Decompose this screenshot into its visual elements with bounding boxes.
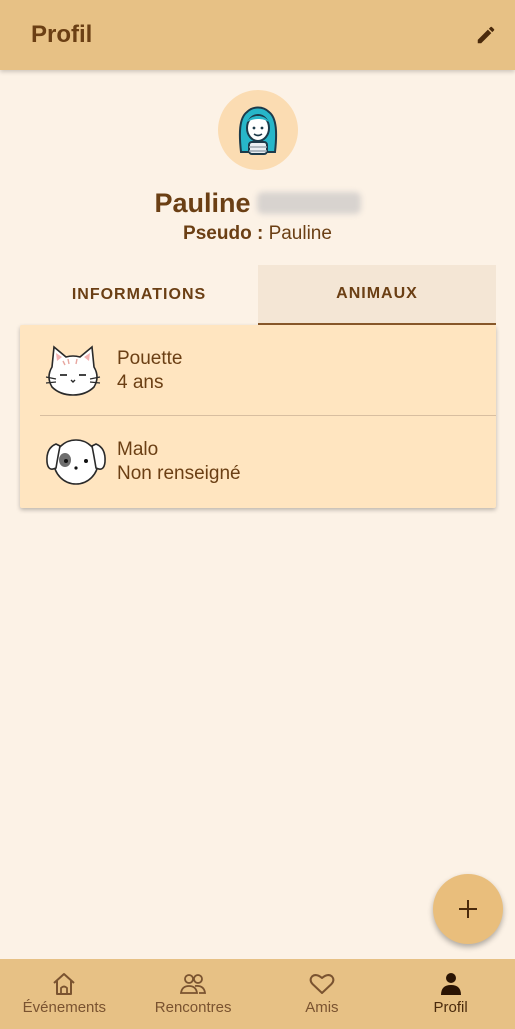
animal-detail: 4 ans — [117, 372, 164, 393]
nav-label: Amis — [305, 999, 339, 1016]
tab-animaux[interactable]: ANIMAUX — [258, 265, 496, 325]
nav-item-amis[interactable]: Amis — [258, 959, 387, 1029]
nav-label: Événements — [22, 999, 107, 1016]
nav-label: Rencontres — [154, 999, 232, 1016]
pseudo-line: Pseudo : Pauline — [0, 223, 515, 245]
profile-tabs: INFORMATIONS ANIMAUX — [20, 265, 496, 325]
pseudo-label: Pseudo : — [183, 223, 264, 244]
pencil-icon — [477, 26, 495, 44]
bottom-nav: Événements Rencontres Amis Profil — [0, 959, 515, 1029]
people-icon — [180, 974, 207, 994]
pseudo-value: Pauline — [268, 223, 332, 244]
profile-name: Pauline — [0, 188, 515, 219]
nav-item-evenements[interactable]: Événements — [0, 959, 129, 1029]
add-animal-button[interactable] — [433, 874, 503, 944]
nav-item-profil[interactable]: Profil — [386, 959, 515, 1029]
nav-label: Profil — [433, 999, 468, 1016]
plus-icon — [459, 900, 477, 918]
list-item[interactable]: Malo Non renseigné — [20, 416, 496, 507]
person-icon — [440, 973, 461, 995]
blurred-surname — [256, 191, 361, 214]
animal-detail: Non renseigné — [117, 463, 241, 484]
heart-icon — [309, 974, 335, 994]
home-icon — [53, 973, 76, 995]
tab-informations[interactable]: INFORMATIONS — [20, 265, 258, 325]
edit-profile-button[interactable] — [473, 22, 499, 48]
avatar[interactable] — [218, 90, 298, 170]
nav-item-rencontres[interactable]: Rencontres — [129, 959, 258, 1029]
list-item[interactable]: Pouette 4 ans — [20, 325, 496, 416]
first-name: Pauline — [154, 188, 251, 218]
animals-list: Pouette 4 ans Malo Non renseigné — [20, 325, 496, 508]
animal-name: Malo — [117, 439, 159, 460]
app-bar: Profil — [0, 0, 515, 70]
page-title: Profil — [31, 21, 93, 48]
animal-name: Pouette — [117, 348, 183, 369]
dog-icon — [46, 439, 106, 485]
cat-icon — [45, 345, 101, 396]
woman-avatar-icon — [238, 106, 278, 155]
